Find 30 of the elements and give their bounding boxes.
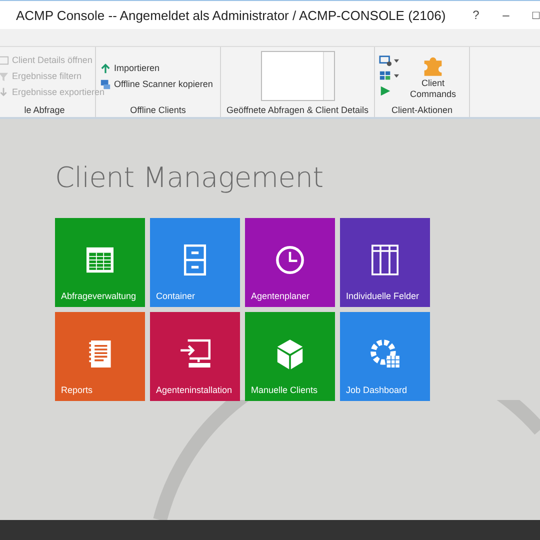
monitor-gear-button[interactable] — [379, 55, 399, 67]
window-control-button[interactable]: ? — [464, 8, 488, 22]
down-arrow-icon — [0, 86, 9, 98]
computer-icon — [100, 78, 111, 90]
tile[interactable]: Job Dashboard — [340, 312, 430, 401]
group-label: le Abfrage — [23, 105, 66, 117]
group-label: Offline Clients — [129, 105, 187, 117]
client-commands-button[interactable]: Client Commands — [405, 52, 461, 100]
up-arrow-icon — [100, 62, 111, 74]
page-title: Client Management — [55, 161, 324, 194]
window-title: ACMP Console -- Angemeldet als Administrator / ACMP-CONSOLE (2106) — [16, 8, 447, 22]
caret-icon — [394, 59, 399, 63]
tile[interactable]: Agenteninstallation — [150, 312, 240, 401]
tile[interactable]: Individuelle Felder — [340, 218, 430, 307]
tile[interactable]: Abfrageverwaltung — [55, 218, 145, 307]
window-icon — [0, 54, 9, 66]
group-label: Client-Aktionen — [390, 105, 454, 117]
group-label: Geöffnete Abfragen & Client Details — [226, 105, 370, 117]
window-control-button[interactable]: □ — [524, 8, 540, 22]
tile[interactable]: Reports — [55, 312, 145, 401]
scrollbar[interactable] — [322, 52, 334, 100]
tile[interactable]: Manuelle Clients — [245, 312, 335, 401]
window-control-button[interactable]: – — [494, 8, 518, 22]
funnel-icon — [0, 70, 9, 82]
tile[interactable]: Agentenplaner — [245, 218, 335, 307]
list-box[interactable] — [260, 51, 334, 101]
caret-icon — [394, 74, 399, 78]
grid-button[interactable] — [379, 70, 399, 82]
tile[interactable]: Container — [150, 218, 240, 307]
ribbon-button[interactable]: Importieren — [100, 60, 160, 76]
